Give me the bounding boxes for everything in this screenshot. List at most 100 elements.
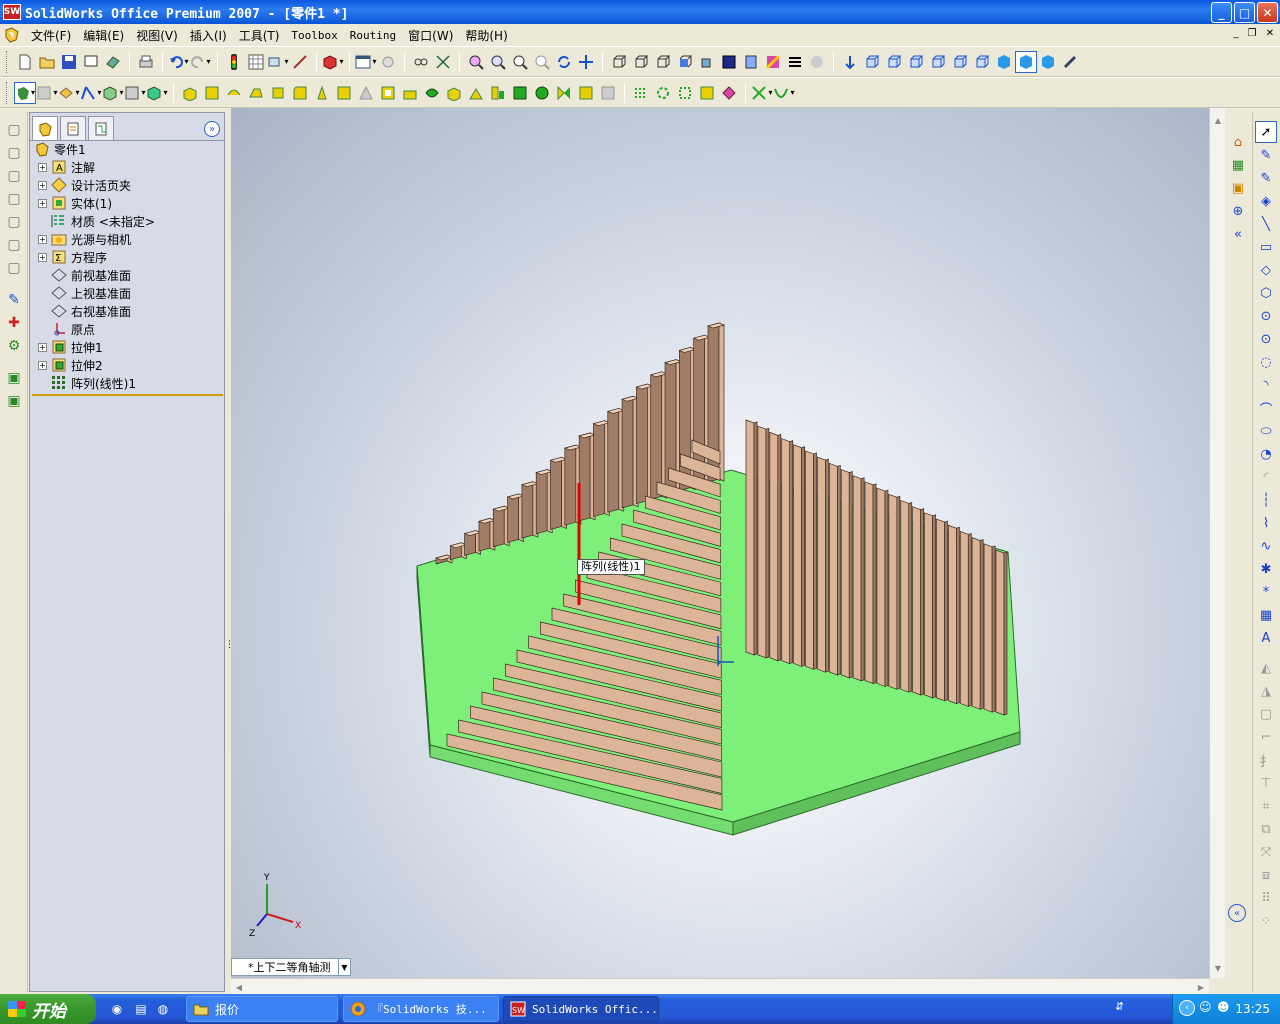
split-entities-icon[interactable]: ⌗ xyxy=(1255,795,1277,817)
tree-item-material[interactable]: 材质 <未指定> xyxy=(38,212,155,230)
surfaces-icon[interactable] xyxy=(146,82,168,104)
doc-restore-button[interactable]: ❐ xyxy=(1244,28,1260,42)
realview-icon[interactable] xyxy=(784,51,806,73)
sketch-grid-icon[interactable]: ▦ xyxy=(1255,604,1277,626)
view-2-icon[interactable] xyxy=(883,51,905,73)
scroll-right-icon[interactable]: ▶ xyxy=(1193,979,1209,995)
shaded-icon[interactable] xyxy=(718,51,740,73)
deform-icon[interactable] xyxy=(443,82,465,104)
language-bar-icon[interactable]: ⇵ xyxy=(1115,1000,1129,1016)
expand-icon[interactable]: + xyxy=(38,360,47,370)
revolve-icon[interactable] xyxy=(201,82,223,104)
sheet-icon[interactable] xyxy=(58,82,80,104)
right-view-icon[interactable] xyxy=(652,51,674,73)
expand-pane-icon[interactable]: « xyxy=(1227,223,1249,245)
convert-entities-icon[interactable]: ⌐ xyxy=(1255,726,1277,748)
menu-insert[interactable]: 插入(I) xyxy=(184,27,233,44)
spline-icon[interactable]: ∿ xyxy=(1255,535,1277,557)
make-drawing-icon[interactable] xyxy=(102,51,124,73)
toolbar-grip[interactable] xyxy=(6,50,9,73)
print-preview-icon[interactable] xyxy=(80,51,102,73)
part-tools-icon[interactable] xyxy=(14,81,36,104)
rectangle-icon[interactable]: ▭ xyxy=(1255,236,1277,258)
fillet-icon[interactable] xyxy=(289,82,311,104)
tree-item-annotations[interactable]: + A 注解 xyxy=(38,158,95,176)
print-icon[interactable] xyxy=(135,51,157,73)
redo-icon[interactable] xyxy=(190,51,212,73)
zoom-in-out-icon[interactable] xyxy=(509,51,531,73)
rollback-bar[interactable] xyxy=(32,394,223,396)
extrude-boss-icon[interactable]: ▣ xyxy=(3,367,25,389)
mirror-icon[interactable] xyxy=(553,82,575,104)
tree-item-lights-cameras[interactable]: + 光源与相机 xyxy=(38,230,131,248)
copy-entities-icon[interactable]: ⧈ xyxy=(1255,864,1277,886)
maximize-button[interactable]: □ xyxy=(1234,2,1255,23)
horizontal-scrollbar[interactable]: ◀ ▶ xyxy=(231,978,1209,994)
parabola-icon[interactable]: ◜ xyxy=(1255,466,1277,488)
partial-ellipse-icon[interactable]: ◔ xyxy=(1255,443,1277,465)
minimize-button[interactable]: _ xyxy=(1211,2,1232,23)
loft-icon[interactable] xyxy=(245,82,267,104)
start-button[interactable]: 开始 xyxy=(0,994,96,1024)
taskbar-task-browser[interactable]: 『SolidWorks 技... xyxy=(343,996,499,1022)
mold-tools-icon[interactable] xyxy=(102,82,124,104)
undo-icon[interactable] xyxy=(168,51,190,73)
tree-item-extrude1[interactable]: + 拉伸1 xyxy=(38,338,103,356)
fill-pattern-icon[interactable] xyxy=(718,82,740,104)
cut-extrude-icon[interactable] xyxy=(465,82,487,104)
pan-icon[interactable] xyxy=(575,51,597,73)
tangent-arc-icon[interactable]: ◝ xyxy=(1255,374,1277,396)
circular-sketch-pattern-icon[interactable]: ⁘ xyxy=(1255,910,1277,932)
options-icon[interactable] xyxy=(245,51,267,73)
quicklaunch-chat-icon[interactable]: ◍ xyxy=(154,1000,172,1018)
move-entities-icon[interactable]: ⤧ xyxy=(1255,841,1277,863)
3-point-arc-icon[interactable]: ⌒ xyxy=(1255,397,1277,419)
curve-driven-pattern-icon[interactable] xyxy=(652,82,674,104)
box-4-icon[interactable]: ▢ xyxy=(3,188,25,210)
solidworks-menu-icon[interactable] xyxy=(3,26,21,44)
rib-icon[interactable] xyxy=(333,82,355,104)
linear-pattern-icon[interactable] xyxy=(509,82,531,104)
blue-cube-icon[interactable] xyxy=(993,51,1015,73)
front-view-icon[interactable] xyxy=(608,51,630,73)
menu-view[interactable]: 视图(V) xyxy=(130,27,184,44)
quicklaunch-browser-icon[interactable]: ◉ xyxy=(108,1000,126,1018)
top-view-icon[interactable] xyxy=(630,51,652,73)
scroll-down-icon[interactable]: ▼ xyxy=(1210,960,1226,976)
scroll-left-icon[interactable]: ◀ xyxy=(231,979,247,995)
table-driven-pattern-icon[interactable] xyxy=(696,82,718,104)
scale-icon[interactable] xyxy=(575,82,597,104)
tray-expand-icon[interactable]: ‹ xyxy=(1179,1000,1195,1016)
model-view[interactable]: Y X Z xyxy=(231,108,1209,978)
tree-item-linear-pattern1[interactable]: 阵列(线性)1 xyxy=(38,374,136,392)
tree-item-solid-bodies[interactable]: + 实体(1) xyxy=(38,194,112,212)
select-filter-icon[interactable] xyxy=(267,51,289,73)
zoom-to-fit-icon[interactable] xyxy=(465,51,487,73)
sweep-icon[interactable] xyxy=(223,82,245,104)
zoom-to-area-icon[interactable] xyxy=(487,51,509,73)
tree-item-top-plane[interactable]: 上视基准面 xyxy=(38,284,131,302)
parallelogram-icon[interactable]: ◇ xyxy=(1255,259,1277,281)
expand-icon[interactable]: + xyxy=(38,180,47,190)
view-3-icon[interactable] xyxy=(905,51,927,73)
menu-edit[interactable]: 编辑(E) xyxy=(77,27,130,44)
configurationmanager-tab[interactable] xyxy=(88,116,114,140)
blue-cube-2-icon[interactable] xyxy=(1037,51,1059,73)
solidworks-app-icon[interactable]: SW xyxy=(3,4,21,20)
box-5-icon[interactable]: ▢ xyxy=(3,211,25,233)
window-tile-icon[interactable] xyxy=(355,51,377,73)
perimeter-circle-icon[interactable]: ⊙ xyxy=(1255,328,1277,350)
dimension-icon[interactable] xyxy=(432,51,454,73)
measure-tool-icon[interactable] xyxy=(1059,51,1081,73)
view-5-icon[interactable] xyxy=(949,51,971,73)
3d-sketch-icon[interactable] xyxy=(839,51,861,73)
expand-icon[interactable]: + xyxy=(38,252,47,262)
sketch-tools-icon[interactable] xyxy=(80,82,102,104)
box-icon[interactable]: ▢ xyxy=(3,119,25,141)
appearance-icon[interactable] xyxy=(762,51,784,73)
menu-file[interactable]: 文件(F) xyxy=(25,27,77,44)
expand-icon[interactable]: + xyxy=(38,234,47,244)
smart-dimension-icon[interactable]: ◈ xyxy=(1255,190,1277,212)
sketch-fillet-icon[interactable]: ◭ xyxy=(1255,657,1277,679)
circle-icon[interactable]: ⊙ xyxy=(1255,305,1277,327)
